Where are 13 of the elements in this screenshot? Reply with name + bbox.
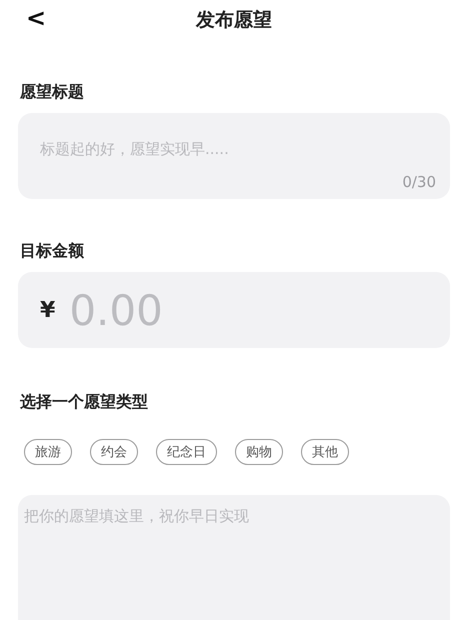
back-button[interactable]: < (20, 4, 52, 32)
type-chip[interactable]: 旅游 (24, 439, 72, 465)
title-input[interactable]: 标题起的好，愿望实现早..... (38, 139, 434, 159)
type-chip[interactable]: 其他 (301, 439, 349, 465)
type-chip[interactable]: 纪念日 (156, 439, 217, 465)
section-label: 愿望标题 (20, 82, 85, 103)
character-counter: 0/30 (402, 173, 436, 191)
section-label: 选择一个愿望类型 (20, 392, 149, 413)
type-chip[interactable]: 购物 (235, 439, 283, 465)
section-label: 目标金额 (20, 241, 85, 262)
page-title: 发布愿望 (196, 8, 272, 33)
type-chip[interactable]: 约会 (90, 439, 138, 465)
currency-symbol: ¥ (40, 298, 56, 322)
